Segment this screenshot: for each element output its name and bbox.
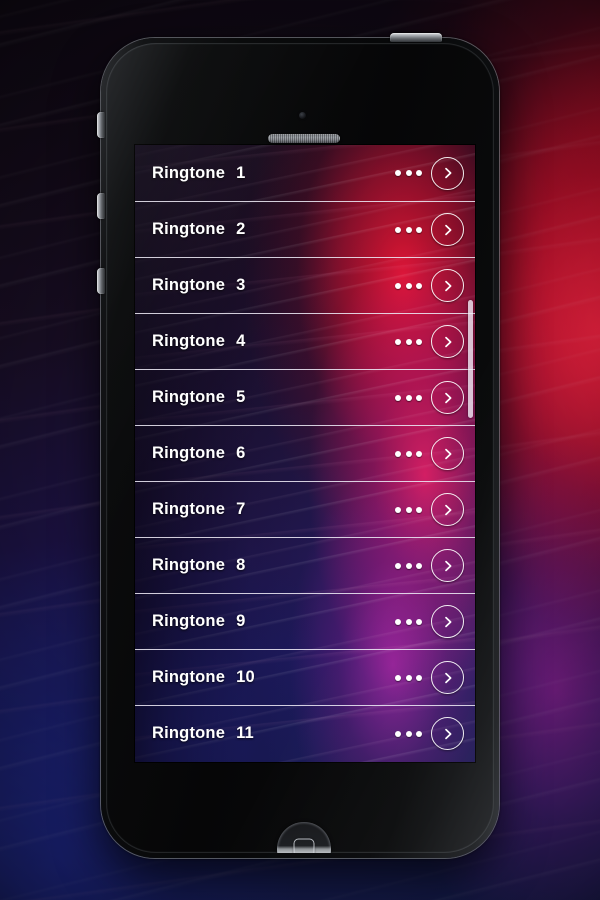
list-item[interactable]: Ringtone 2: [135, 201, 475, 257]
more-horizontal-icon[interactable]: [393, 223, 424, 237]
ringtone-number: 8: [236, 556, 246, 574]
ringtone-label: Ringtone 4: [152, 332, 245, 351]
ringtone-name: Ringtone: [152, 500, 226, 518]
list-item-actions: [393, 605, 475, 638]
ringtone-label: Ringtone 11: [152, 724, 254, 743]
chevron-right-circle-icon[interactable]: [431, 661, 464, 694]
chevron-right-circle-icon[interactable]: [431, 325, 464, 358]
ringtone-label: Ringtone 7: [152, 500, 245, 519]
camera-dot-icon: [299, 112, 306, 119]
ringtone-number: 2: [236, 220, 246, 238]
more-horizontal-icon[interactable]: [393, 335, 424, 349]
list-item[interactable]: Ringtone 3: [135, 257, 475, 313]
list-scrollbar-track[interactable]: [468, 145, 473, 762]
list-item-actions: [393, 549, 475, 582]
ringtone-name: Ringtone: [152, 724, 226, 742]
more-horizontal-icon[interactable]: [393, 727, 424, 741]
chevron-right-circle-icon[interactable]: [431, 213, 464, 246]
ringtone-name: Ringtone: [152, 668, 226, 686]
ringtone-label: Ringtone 1: [152, 164, 245, 183]
list-item[interactable]: Ringtone 10: [135, 649, 475, 705]
list-item-actions: [393, 381, 475, 414]
list-item[interactable]: Ringtone 7: [135, 481, 475, 537]
power-button[interactable]: [390, 33, 442, 42]
list-item[interactable]: Ringtone 4: [135, 313, 475, 369]
list-item-actions: [393, 437, 475, 470]
list-item[interactable]: Ringtone 9: [135, 593, 475, 649]
list-item[interactable]: Ringtone 1: [135, 145, 475, 201]
more-horizontal-icon[interactable]: [393, 559, 424, 573]
volume-up-button[interactable]: [97, 193, 105, 219]
ringtone-label: Ringtone 6: [152, 444, 245, 463]
chevron-right-circle-icon[interactable]: [431, 381, 464, 414]
more-horizontal-icon[interactable]: [393, 615, 424, 629]
ringtone-number: 10: [236, 668, 255, 686]
ringtone-number: 4: [236, 332, 246, 350]
list-item-actions: [393, 325, 475, 358]
chevron-right-circle-icon[interactable]: [431, 437, 464, 470]
ringtone-number: 7: [236, 500, 246, 518]
home-square-icon: [293, 838, 315, 853]
mute-switch[interactable]: [97, 112, 105, 138]
ringtone-name: Ringtone: [152, 612, 226, 630]
ringtone-number: 11: [236, 724, 254, 742]
list-item[interactable]: Ringtone 5: [135, 369, 475, 425]
ringtone-label: Ringtone 10: [152, 668, 255, 687]
earpiece-mesh: [268, 134, 340, 143]
more-horizontal-icon[interactable]: [393, 671, 424, 685]
list-scrollbar-thumb[interactable]: [468, 300, 473, 418]
list-item[interactable]: Ringtone 6: [135, 425, 475, 481]
ringtone-label: Ringtone 2: [152, 220, 245, 239]
more-horizontal-icon[interactable]: [393, 166, 424, 180]
chevron-right-circle-icon[interactable]: [431, 493, 464, 526]
list-item-actions: [393, 493, 475, 526]
ringtone-name: Ringtone: [152, 276, 226, 294]
chevron-right-circle-icon[interactable]: [431, 269, 464, 302]
ringtone-number: 3: [236, 276, 246, 294]
chevron-right-circle-icon[interactable]: [431, 605, 464, 638]
ringtone-name: Ringtone: [152, 332, 226, 350]
ringtone-name: Ringtone: [152, 556, 226, 574]
more-horizontal-icon[interactable]: [393, 447, 424, 461]
list-item-actions: [393, 213, 475, 246]
more-horizontal-icon[interactable]: [393, 503, 424, 517]
ringtone-number: 9: [236, 612, 246, 630]
ringtone-name: Ringtone: [152, 163, 226, 182]
ringtone-name: Ringtone: [152, 388, 226, 406]
ringtone-label: Ringtone 8: [152, 556, 245, 575]
list-item[interactable]: Ringtone 8: [135, 537, 475, 593]
phone-mockup: Ringtone 1 Ringtone 2 Ringtone 3 Ringtone 4 Ring…: [97, 33, 499, 858]
more-horizontal-icon[interactable]: [393, 391, 424, 405]
ringtone-number: 1: [236, 163, 246, 182]
list-item-actions: [393, 717, 475, 750]
ringtone-number: 5: [236, 388, 246, 406]
home-button[interactable]: [277, 822, 331, 853]
chevron-right-circle-icon[interactable]: [431, 717, 464, 750]
list-item-actions: [393, 269, 475, 302]
phone-screen: Ringtone 1 Ringtone 2 Ringtone 3 Ringtone 4 Ring…: [135, 145, 475, 762]
list-item-actions: [393, 156, 475, 190]
ringtone-name: Ringtone: [152, 444, 226, 462]
ringtone-label: Ringtone 3: [152, 276, 245, 295]
ringtone-name: Ringtone: [152, 220, 226, 238]
ringtone-number: 6: [236, 444, 246, 462]
earpiece-speaker-icon: [268, 134, 340, 143]
list-item[interactable]: Ringtone 11: [135, 705, 475, 761]
chevron-right-circle-icon[interactable]: [431, 549, 464, 582]
volume-down-button[interactable]: [97, 268, 105, 294]
chevron-right-circle-icon[interactable]: [431, 156, 464, 190]
ringtone-label: Ringtone 5: [152, 388, 245, 407]
list-item-actions: [393, 661, 475, 694]
ringtone-list[interactable]: Ringtone 1 Ringtone 2 Ringtone 3 Ringtone 4 Ring…: [135, 145, 475, 762]
phone-bezel: Ringtone 1 Ringtone 2 Ringtone 3 Ringtone 4 Ring…: [106, 43, 494, 853]
ringtone-label: Ringtone 9: [152, 612, 245, 631]
more-horizontal-icon[interactable]: [393, 279, 424, 293]
